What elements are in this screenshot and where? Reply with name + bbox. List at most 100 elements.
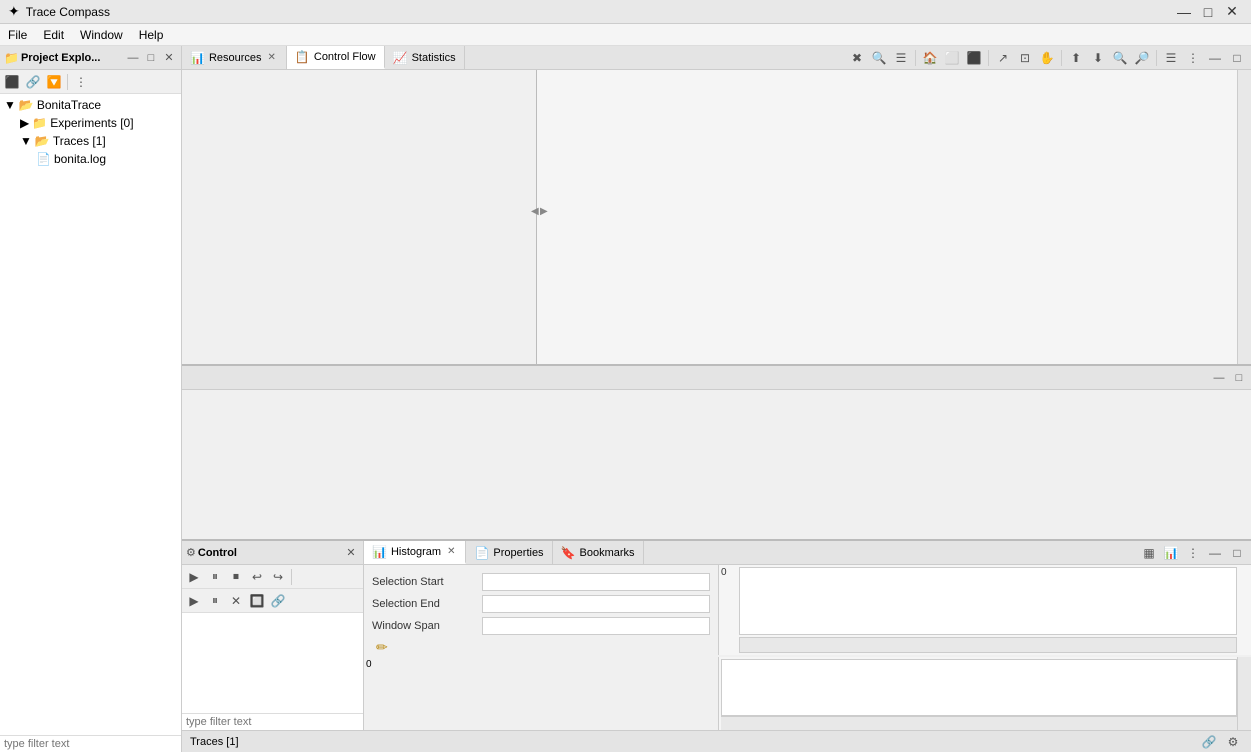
bonita-log-item[interactable]: 📄 bonita.log <box>32 150 181 168</box>
close-button[interactable]: ✕ <box>1221 2 1243 22</box>
ctrl-btn3[interactable]: ⏹ <box>226 567 246 587</box>
ctrl-btn4[interactable]: ↩ <box>247 567 267 587</box>
view-options-button[interactable]: ☰ <box>1161 48 1181 68</box>
window-span-row: Window Span <box>372 617 710 635</box>
project-explorer-header: 📁 Project Explo... — □ ✕ <box>0 46 181 70</box>
title-bar: ✦ Trace Compass — □ ✕ <box>0 0 1251 24</box>
minimize-button[interactable]: — <box>1173 2 1195 22</box>
tree-root[interactable]: ▼ 📂 BonitaTrace <box>0 96 181 114</box>
search-button[interactable]: 🔍 <box>869 48 889 68</box>
ctrl-pause-button[interactable]: ⏸ <box>205 591 225 611</box>
menu-help[interactable]: Help <box>131 26 172 44</box>
ctrl-btn1[interactable]: ▶ <box>184 567 204 587</box>
histogram-top: Selection Start Selection End Window Spa… <box>364 565 1251 655</box>
scroll-left-arrow[interactable]: ◀ <box>531 206 539 217</box>
ctrl-btn2[interactable]: ⏸ <box>205 567 225 587</box>
histogram-nav-bar[interactable] <box>739 637 1237 653</box>
maximize-button[interactable]: □ <box>1197 2 1219 22</box>
hist-more-button[interactable]: ⋮ <box>1183 543 1203 563</box>
more-options-button[interactable]: ⋮ <box>71 72 91 92</box>
hist-bar-button[interactable]: 📊 <box>1161 543 1181 563</box>
tab-statistics[interactable]: 📈 Statistics <box>385 46 465 69</box>
selection-start-input[interactable] <box>482 573 710 591</box>
control-panel-title: Control <box>198 547 341 559</box>
cursor1-button[interactable]: ⬜ <box>942 48 962 68</box>
status-bar: Traces [1] 🔗 ⚙ <box>182 730 1251 752</box>
control-close-button[interactable]: ✕ <box>343 545 359 561</box>
histogram-bottom-scrollbar[interactable] <box>1237 657 1251 730</box>
editor-area: ◀ ▶ <box>182 70 1251 364</box>
zoom-select-button[interactable]: ⊡ <box>1015 48 1035 68</box>
hist-min-button[interactable]: — <box>1205 543 1225 563</box>
control-filter-input[interactable] <box>182 713 363 730</box>
top-section: 📊 Resources ✕ 📋 Control Flow 📈 Statistic… <box>182 46 1251 366</box>
histogram-controls: Selection Start Selection End Window Spa… <box>364 565 719 655</box>
ctrl-play-button[interactable]: ▶ <box>184 591 204 611</box>
hist-density-button[interactable]: ▦ <box>1139 543 1159 563</box>
filter-button[interactable]: 🔽 <box>44 72 64 92</box>
status-link-button[interactable]: 🔗 <box>1199 732 1219 752</box>
root-children: ▶ 📁 Experiments [0] ▼ 📂 Traces [1] 📄 bon… <box>0 114 181 168</box>
histogram-tab-close[interactable]: ✕ <box>445 545 457 558</box>
histogram-h-scrollbar[interactable] <box>721 716 1237 730</box>
ctrl-debug-button[interactable]: 🔲 <box>247 591 267 611</box>
edit-icon[interactable]: ✏ <box>376 639 388 655</box>
ctrl-stop-button[interactable]: ✕ <box>226 591 246 611</box>
tab-histogram[interactable]: 📊 Histogram ✕ <box>364 541 466 564</box>
middle-section: — □ <box>182 366 1251 541</box>
min-panel-button[interactable]: — <box>1205 48 1225 68</box>
traces-children: 📄 bonita.log <box>16 150 181 168</box>
cursor-tool-button[interactable]: ↗ <box>993 48 1013 68</box>
selection-start-row: Selection Start <box>372 573 710 591</box>
resources-tab-close[interactable]: ✕ <box>266 51 278 64</box>
experiments-item[interactable]: ▶ 📁 Experiments [0] <box>16 114 181 132</box>
file-icon: 📄 <box>36 152 51 166</box>
histogram-bottom-right <box>719 657 1251 730</box>
next-event-button[interactable]: ⬇ <box>1088 48 1108 68</box>
project-maximize-button[interactable]: □ <box>143 50 159 66</box>
editor-vertical-scrollbar[interactable] <box>1237 70 1251 364</box>
prev-event-button[interactable]: ⬆ <box>1066 48 1086 68</box>
selection-end-input[interactable] <box>482 595 710 613</box>
statistics-tab-icon: 📈 <box>393 51 408 65</box>
filter-input[interactable] <box>0 735 181 752</box>
bottom-layout: ⚙ Control ✕ ▶ ⏸ ⏹ ↩ ↪ ▶ <box>182 541 1251 730</box>
link-editor-button[interactable]: 🔗 <box>23 72 43 92</box>
menu-file[interactable]: File <box>0 26 35 44</box>
tab-resources[interactable]: 📊 Resources ✕ <box>182 46 287 69</box>
root-folder-icon: 📂 <box>19 98 34 112</box>
menu-window[interactable]: Window <box>72 26 131 44</box>
control-flow-tab-icon: 📋 <box>295 50 310 64</box>
hist-max-button[interactable]: □ <box>1227 543 1247 563</box>
traces-item[interactable]: ▼ 📂 Traces [1] <box>16 132 181 150</box>
project-minimize-button[interactable]: — <box>125 50 141 66</box>
tab-bookmarks[interactable]: 🔖 Bookmarks <box>553 541 644 564</box>
pan-button[interactable]: ✋ <box>1037 48 1057 68</box>
more-toolbar-button[interactable]: ⋮ <box>1183 48 1203 68</box>
middle-min-button[interactable]: — <box>1211 370 1227 386</box>
menu-edit[interactable]: Edit <box>35 26 72 44</box>
project-tree: ▼ 📂 BonitaTrace ▶ 📁 Experiments [0] ▼ 📂 … <box>0 94 181 735</box>
ctrl-btn5[interactable]: ↪ <box>268 567 288 587</box>
collapse-all-button[interactable]: ⬛ <box>2 72 22 92</box>
tab-properties[interactable]: 📄 Properties <box>466 541 552 564</box>
status-settings-button[interactable]: ⚙ <box>1223 732 1243 752</box>
home-button[interactable]: 🏠 <box>920 48 940 68</box>
ctrl-connect-button[interactable]: 🔗 <box>268 591 288 611</box>
middle-max-button[interactable]: □ <box>1231 370 1247 386</box>
project-icon: 📁 <box>4 51 19 65</box>
cursor2-button[interactable]: ⬛ <box>964 48 984 68</box>
control-toolbar-1: ▶ ⏸ ⏹ ↩ ↪ <box>182 565 363 589</box>
list-view-button[interactable]: ☰ <box>891 48 911 68</box>
scroll-right-arrow[interactable]: ▶ <box>540 206 548 217</box>
project-close-button[interactable]: ✕ <box>161 50 177 66</box>
traces-expand-icon: ▼ <box>20 134 32 148</box>
bookmarks-tab-label: Bookmarks <box>580 547 635 559</box>
properties-tab-icon: 📄 <box>474 546 489 560</box>
tab-control-flow[interactable]: 📋 Control Flow <box>287 46 385 69</box>
zoom-out-button[interactable]: 🔎 <box>1132 48 1152 68</box>
zoom-in-button[interactable]: 🔍 <box>1110 48 1130 68</box>
clear-filters-button[interactable]: ✖ <box>847 48 867 68</box>
max-panel-button[interactable]: □ <box>1227 48 1247 68</box>
window-span-input[interactable] <box>482 617 710 635</box>
